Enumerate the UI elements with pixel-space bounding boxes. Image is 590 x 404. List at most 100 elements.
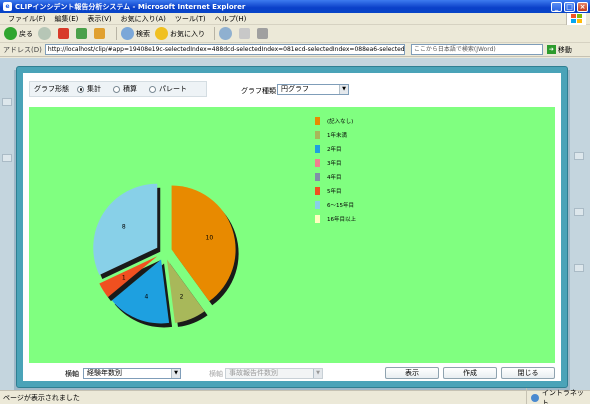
create-button[interactable]: 作成 (443, 367, 497, 379)
stop-icon (58, 28, 69, 39)
menu-edit[interactable]: 編集(E) (55, 14, 79, 24)
favorites-button[interactable]: お気に入り (155, 27, 205, 40)
radio-label: 積算 (123, 85, 137, 93)
pie-data-label: 10 (206, 234, 214, 241)
legend-label: (記入なし) (327, 117, 353, 125)
background-tab (574, 264, 584, 272)
ie-app-icon: e (3, 2, 12, 11)
history-button[interactable] (219, 27, 234, 40)
go-button[interactable]: ➜ 移動 (546, 45, 572, 55)
legend-swatch (315, 145, 320, 153)
menu-file[interactable]: ファイル(F) (8, 14, 46, 24)
legend-swatch (315, 187, 320, 195)
chevron-down-icon: ▼ (313, 369, 322, 378)
minimize-button[interactable]: _ (551, 1, 562, 12)
forward-arrow-icon (38, 27, 51, 40)
background-tab (2, 154, 12, 162)
mail-button[interactable] (239, 28, 252, 39)
legend-label: 1年未満 (327, 131, 347, 139)
filter-label: 横軸 (209, 370, 223, 378)
go-arrow-icon: ➜ (546, 45, 556, 54)
maximize-button[interactable]: □ (564, 1, 575, 12)
radio-label: 集計 (87, 85, 101, 93)
menu-tools[interactable]: ツール(T) (175, 14, 206, 24)
graph-form-label: グラフ形態 (34, 85, 69, 93)
close-window-button[interactable]: × (577, 1, 588, 12)
legend-label: 4年目 (327, 173, 342, 181)
refresh-button[interactable] (76, 28, 89, 39)
legend-label: 3年目 (327, 159, 342, 167)
favorites-label: お気に入り (170, 29, 205, 38)
address-bar: アドレス(D) http://localhost/clip/#app=19408… (0, 43, 590, 57)
background-panel (0, 70, 14, 390)
zone-label: イントラネット (541, 388, 584, 404)
radio-dot (77, 85, 84, 93)
show-button[interactable]: 表示 (385, 367, 439, 379)
legend-swatch (315, 201, 320, 209)
radio-label: パレート (159, 85, 187, 93)
star-icon (155, 27, 168, 40)
search-label: 検索 (136, 29, 150, 38)
window-title: CLIPインシデント報告分析システム - Microsoft Internet … (15, 2, 246, 11)
status-bar: ページが表示されました イントラネット (0, 387, 590, 404)
filter-select: 事故報告件数別 ▼ (225, 368, 323, 379)
go-label: 移動 (557, 45, 572, 54)
toolbar-separator (116, 27, 117, 40)
print-icon (257, 28, 268, 39)
graph-type-select[interactable]: 円グラフ ▼ (277, 84, 349, 95)
windows-logo-icon (566, 13, 586, 25)
stop-button[interactable] (58, 28, 71, 39)
status-text: ページが表示されました (3, 393, 80, 402)
print-button[interactable] (257, 28, 270, 39)
home-icon (94, 28, 105, 39)
back-button[interactable]: 戻る (4, 27, 33, 40)
toolbar-separator (214, 27, 215, 40)
legend-label: 6～15年目 (327, 201, 354, 209)
home-button[interactable] (94, 28, 107, 39)
radio-cumulative[interactable]: 積算 (113, 84, 137, 94)
radio-total[interactable]: 集計 (77, 84, 101, 94)
search-icon (121, 27, 134, 40)
pie-data-label: 2 (180, 293, 184, 300)
chart-area: 10 2 4 1 8 (記入なし) 1年未満 2年目 3年目 4年目 5年目 6～15年目 16年目以上 (29, 107, 555, 363)
legend-label: 5年目 (327, 187, 342, 195)
toolbar: 戻る 検索 お気に入り (0, 25, 590, 43)
radio-dot (149, 85, 156, 93)
title-bar: e CLIPインシデント報告分析システム - Microsoft Interne… (0, 0, 590, 13)
background-panel (570, 70, 590, 390)
jword-search-input[interactable]: ここから日本語で検索(JWord) (410, 44, 543, 55)
back-arrow-icon (4, 27, 17, 40)
radio-pareto[interactable]: パレート (149, 84, 187, 94)
axis-value: 経験年数別 (87, 369, 122, 377)
menu-help[interactable]: ヘルプ(H) (215, 14, 247, 24)
security-zone: イントラネット (526, 387, 590, 404)
intranet-icon (531, 393, 539, 402)
graph-dialog: グラフ形態 集計 積算 パレート グラフ種類 円グラフ ▼ 10 2 4 1 8… (16, 66, 568, 388)
graph-form-options: グラフ形態 集計 積算 パレート (29, 81, 207, 97)
background-tab (574, 208, 584, 216)
refresh-icon (76, 28, 87, 39)
axis-select[interactable]: 経験年数別 ▼ (83, 368, 181, 379)
filter-value: 事故報告件数別 (229, 369, 278, 377)
address-label: アドレス(D) (3, 45, 42, 54)
search-button[interactable]: 検索 (121, 27, 150, 40)
pie-data-label: 1 (122, 275, 126, 282)
graph-type-label: グラフ種類 (241, 87, 276, 95)
url-input[interactable]: http://localhost/clip/#app=19408e19c-sel… (44, 44, 405, 55)
menu-favorites[interactable]: お気に入り(A) (121, 14, 166, 24)
history-icon (219, 27, 232, 40)
close-button[interactable]: 閉じる (501, 367, 555, 379)
radio-dot (113, 85, 120, 93)
legend-swatch (315, 117, 320, 125)
menu-view[interactable]: 表示(V) (87, 14, 111, 24)
legend-swatch (315, 215, 320, 223)
forward-button[interactable] (38, 27, 53, 40)
background-tab (574, 152, 584, 160)
graph-type-value: 円グラフ (281, 85, 309, 93)
back-label: 戻る (19, 29, 33, 38)
chevron-down-icon: ▼ (171, 369, 180, 378)
page-content: グラフ形態 集計 積算 パレート グラフ種類 円グラフ ▼ 10 2 4 1 8… (0, 58, 590, 390)
legend-swatch (315, 159, 320, 167)
pie-chart: 10 2 4 1 8 (記入なし) 1年未満 2年目 3年目 4年目 5年目 6～15年目 16年目以上 (93, 117, 356, 328)
pie-data-label: 4 (145, 293, 149, 300)
